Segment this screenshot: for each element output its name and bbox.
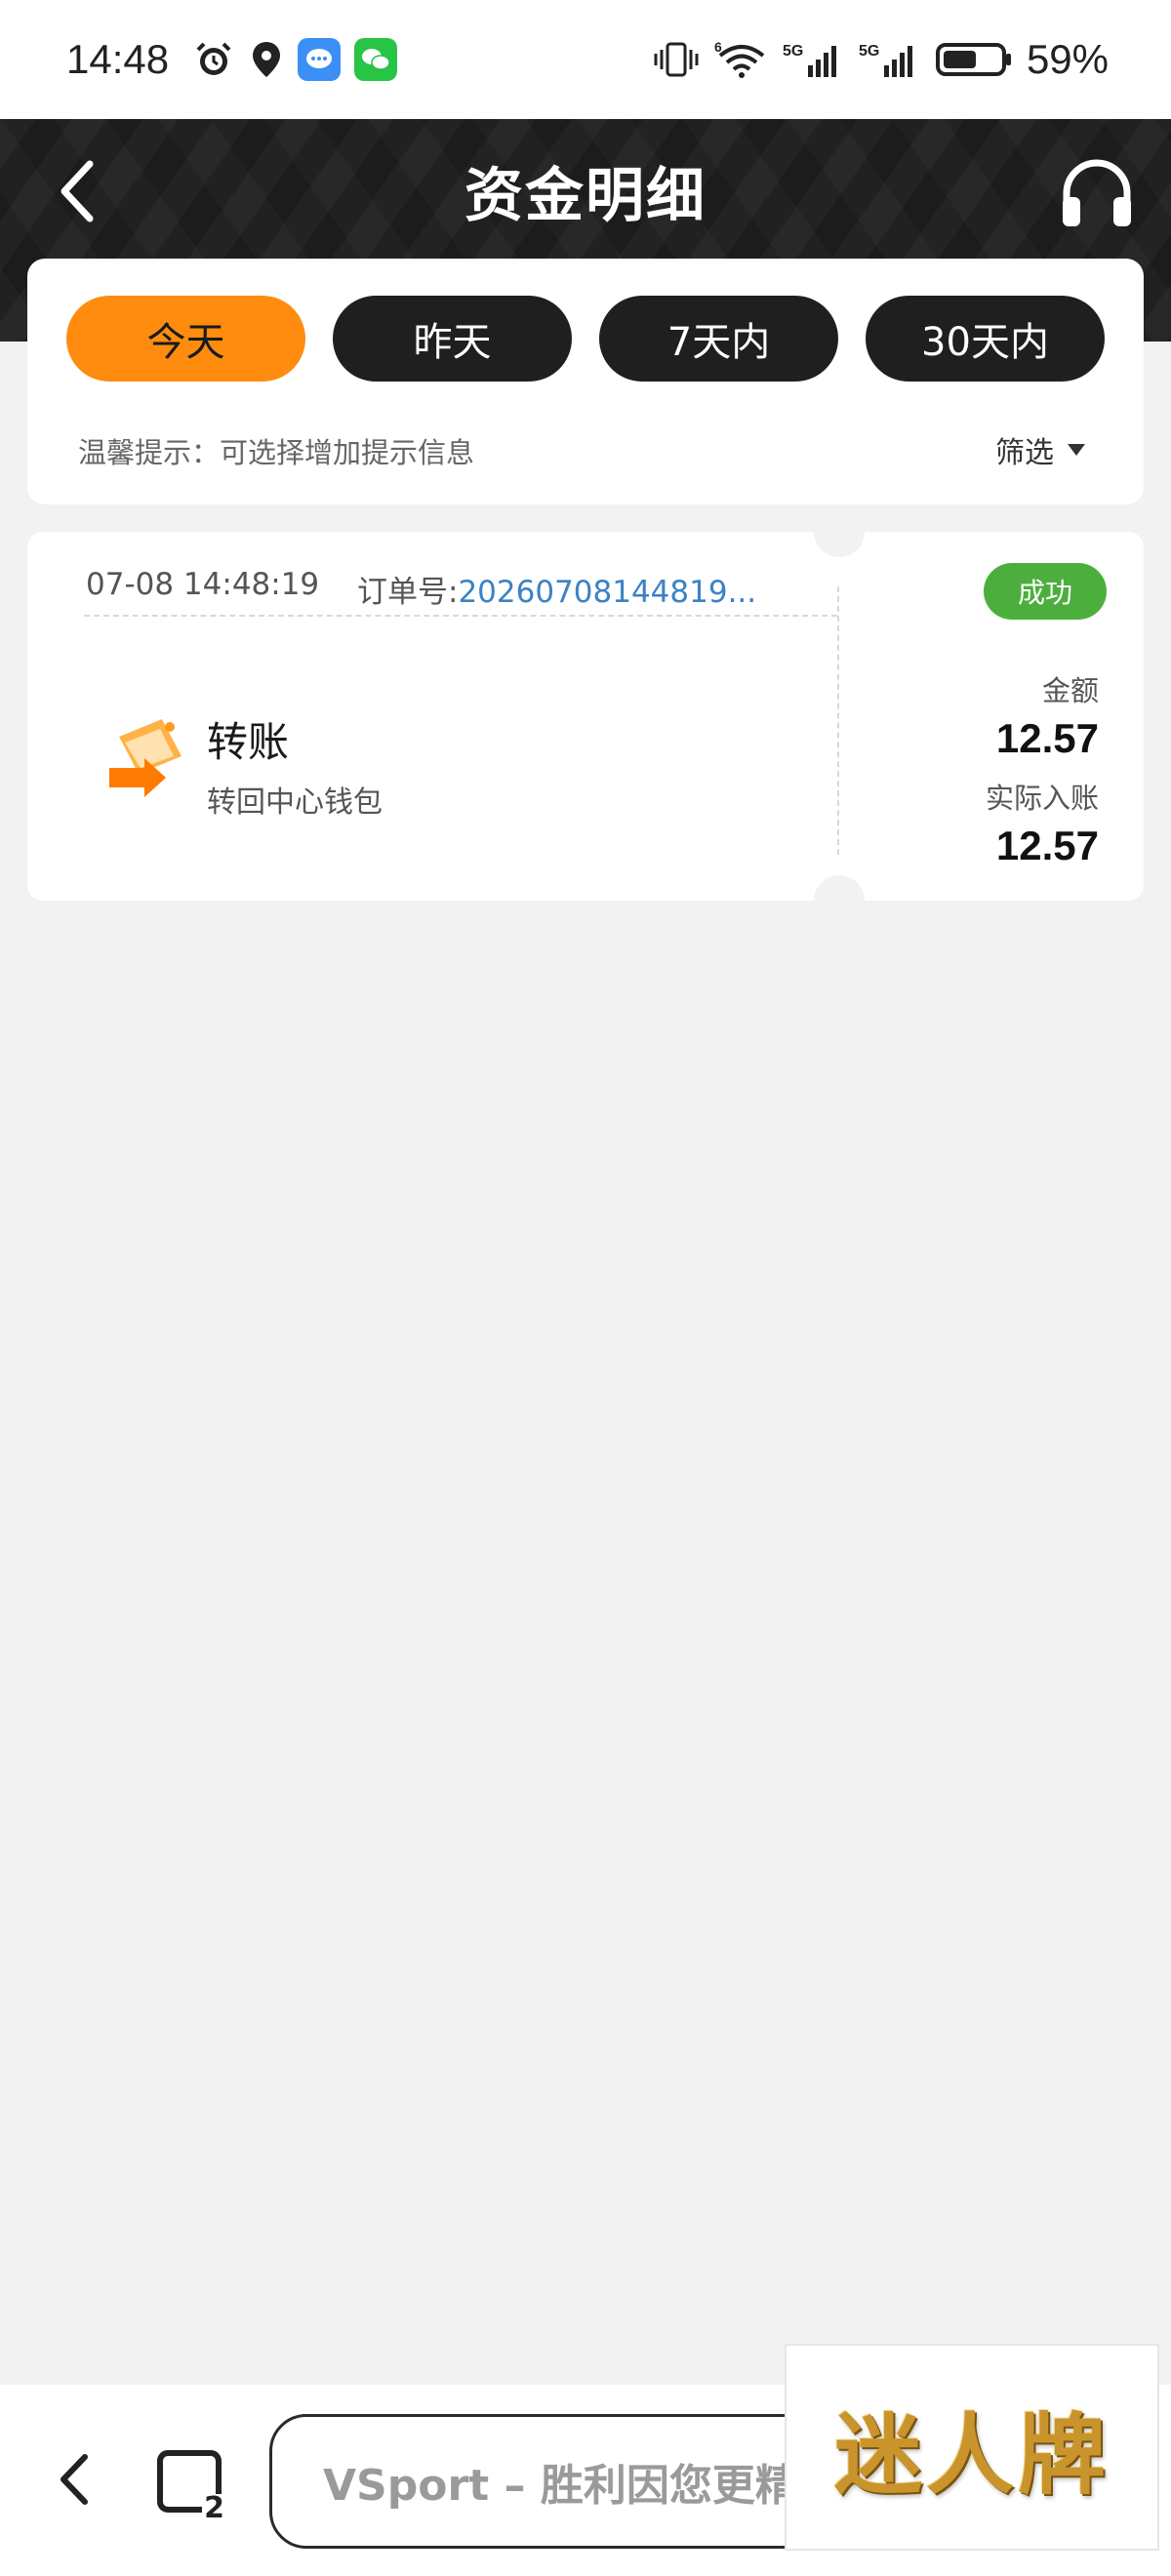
status-time: 14:48: [66, 36, 170, 82]
transfer-icon: [109, 719, 182, 797]
tip-text: 温馨提示：可选择增加提示信息: [78, 436, 475, 469]
ticket-notch-top: [814, 532, 865, 557]
message-app-icon: [298, 38, 342, 81]
amount-value: 12.57: [995, 715, 1099, 761]
actual-amount-value: 12.57: [995, 823, 1099, 868]
record-datetime: 07-08 14:48:19: [86, 567, 320, 602]
tabs-count: 2: [202, 2491, 226, 2525]
order-label: 订单号:: [357, 575, 459, 610]
wifi-icon: 6: [714, 40, 769, 79]
filter-label: 筛选: [995, 436, 1054, 470]
tab-today[interactable]: 今天: [66, 296, 305, 382]
alarm-icon: [192, 38, 235, 81]
signal-5g-icon: 5G: [859, 40, 921, 79]
logo: 迷人牌: [834, 2403, 1110, 2507]
wechat-icon: [354, 38, 398, 81]
tab-yesterday[interactable]: 昨天: [333, 296, 572, 382]
tab-30-days[interactable]: 30天内: [866, 296, 1105, 382]
horizontal-divider: [84, 615, 837, 617]
record-order: 订单号:20260708144819...: [357, 567, 756, 611]
chevron-left-icon: [61, 2454, 88, 2505]
record-card[interactable]: 07-08 14:48:19 订单号:20260708144819... 成功 …: [27, 532, 1144, 901]
network-label-1: 5G: [783, 43, 803, 60]
status-right: 6 5G 5G 59%: [652, 36, 1109, 83]
vertical-divider: [837, 586, 839, 855]
battery-icon: [935, 40, 1013, 79]
browser-back-button[interactable]: [49, 2445, 98, 2514]
battery-percent: 59%: [1026, 36, 1109, 82]
status-left: 14:48: [66, 36, 398, 83]
ticket-notch-bottom: [814, 875, 865, 901]
wifi-label: 6: [714, 40, 722, 55]
order-number[interactable]: 20260708144819...: [458, 575, 756, 610]
filter-button[interactable]: 筛选: [995, 428, 1085, 471]
status-badge: 成功: [984, 563, 1107, 620]
filter-card: 今天 昨天 7天内 30天内 温馨提示：可选择增加提示信息 筛选: [27, 259, 1144, 504]
vibrate-icon: [652, 40, 701, 79]
status-bar: 14:48 6 5G 5G 59%: [0, 0, 1171, 119]
url-bar[interactable]: VSport – 胜利因您更精彩: [269, 2414, 855, 2549]
caret-down-icon: [1068, 444, 1085, 456]
customer-service-button[interactable]: [1056, 152, 1138, 234]
amount-label: 金额: [1041, 674, 1099, 707]
signal-5g-icon: 5G: [783, 40, 845, 79]
logo-overlay: 迷人牌: [785, 2344, 1159, 2551]
actual-amount-label: 实际入账: [985, 782, 1099, 815]
tabs-button[interactable]: 2: [156, 2447, 226, 2523]
page-title: 资金明细: [464, 162, 707, 230]
page: 14:48 6 5G 5G 59% 资金明细 今天 昨天 7天内 30天内 温馨…: [0, 0, 1171, 2576]
transaction-type: 转账: [207, 718, 290, 766]
tab-7-days[interactable]: 7天内: [599, 296, 838, 382]
network-label-2: 5G: [859, 43, 879, 60]
transaction-description: 转回中心钱包: [207, 785, 383, 820]
headphones-icon: [1063, 159, 1131, 226]
date-range-tabs: 今天 昨天 7天内 30天内: [66, 296, 1105, 382]
url-text: VSport – 胜利因您更精彩: [323, 2461, 841, 2511]
location-icon: [249, 38, 284, 81]
